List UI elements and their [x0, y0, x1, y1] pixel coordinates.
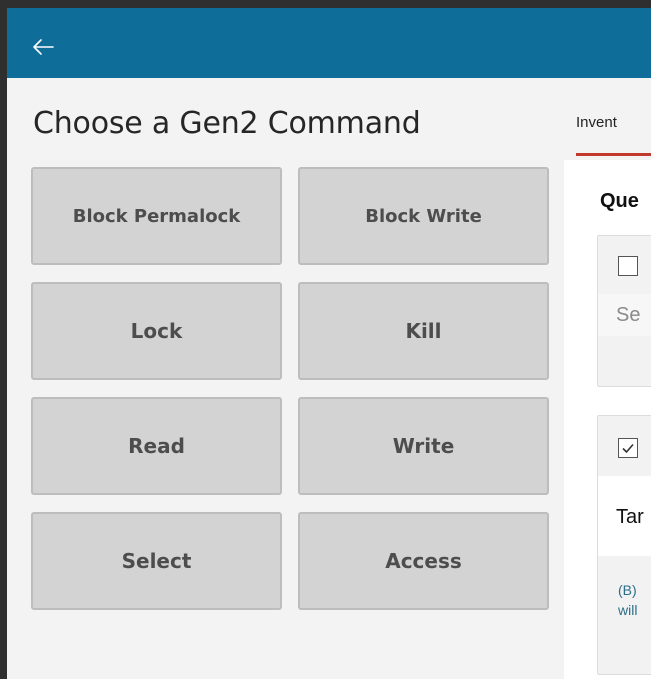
- checked-checkbox[interactable]: [618, 438, 638, 458]
- back-arrow-icon[interactable]: [31, 34, 57, 60]
- note-line-2: will: [618, 602, 638, 618]
- section-heading: Que: [600, 190, 639, 212]
- select-field[interactable]: Se: [598, 294, 651, 336]
- access-button[interactable]: Access: [298, 512, 549, 610]
- lock-button[interactable]: Lock: [31, 282, 282, 380]
- query-card-1: Se: [597, 235, 651, 387]
- tab-content: Que Se Tar (B) will: [564, 160, 651, 679]
- app-window: Choose a Gen2 Command Block Permalock Bl…: [7, 8, 651, 679]
- target-field[interactable]: Tar: [598, 476, 651, 556]
- page-title: Choose a Gen2 Command: [33, 106, 421, 141]
- block-permalock-button[interactable]: Block Permalock: [31, 167, 282, 265]
- block-write-button[interactable]: Block Write: [298, 167, 549, 265]
- select-field-placeholder: Se: [616, 304, 641, 326]
- title-bar: [7, 8, 651, 78]
- detail-pane: Invent Que Se Tar (B) will: [562, 78, 651, 679]
- note-line-1: (B): [618, 582, 637, 598]
- tab-strip: Invent: [562, 78, 651, 160]
- target-field-value: Tar: [616, 506, 644, 528]
- query-card-2: Tar (B) will: [597, 415, 651, 675]
- select-button[interactable]: Select: [31, 512, 282, 610]
- unchecked-checkbox[interactable]: [618, 256, 638, 276]
- write-button[interactable]: Write: [298, 397, 549, 495]
- read-button[interactable]: Read: [31, 397, 282, 495]
- checkmark-icon: [622, 443, 634, 454]
- kill-button[interactable]: Kill: [298, 282, 549, 380]
- tab-inventory[interactable]: Invent: [576, 114, 617, 131]
- tab-active-indicator: [576, 153, 651, 156]
- command-pane: Choose a Gen2 Command Block Permalock Bl…: [7, 78, 562, 679]
